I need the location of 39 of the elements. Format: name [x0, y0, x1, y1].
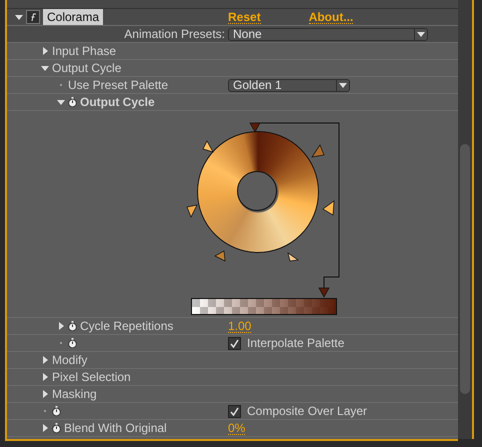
property-label: Blend With Original	[64, 421, 167, 435]
dropdown-arrow-icon	[414, 28, 427, 40]
disclosure-triangle[interactable]	[41, 424, 49, 432]
checkbox-label: Interpolate Palette	[247, 336, 344, 350]
disclosure-triangle[interactable]	[15, 13, 23, 21]
property-label: Use Preset Palette	[68, 78, 168, 92]
scrollbar[interactable]	[458, 0, 472, 439]
group-label: Pixel Selection	[52, 370, 131, 384]
disclosure-triangle[interactable]	[41, 390, 49, 398]
property-label: Output Cycle	[80, 95, 155, 109]
disclosure-triangle[interactable]	[41, 64, 49, 72]
presets-label: Animation Presets:	[124, 27, 225, 41]
group-label: Masking	[52, 387, 97, 401]
stopwatch-icon[interactable]	[68, 321, 77, 331]
stopwatch-icon[interactable]	[68, 97, 77, 107]
stopwatch-icon[interactable]	[68, 338, 77, 348]
disclosure-triangle[interactable]	[57, 322, 65, 330]
disclosure-triangle[interactable]	[57, 98, 65, 106]
effect-link[interactable]: About...	[308, 10, 354, 24]
group-label: Output Cycle	[52, 61, 122, 75]
property-label: Cycle Repetitions	[80, 319, 174, 333]
palette-dropdown[interactable]: Golden 1	[228, 78, 350, 92]
group-label: Modify	[52, 353, 88, 367]
fx-icon[interactable]	[26, 10, 40, 24]
stopwatch-icon[interactable]	[52, 406, 61, 416]
effect-link[interactable]: Reset	[228, 10, 261, 24]
checkbox[interactable]	[228, 404, 241, 418]
value-field[interactable]: 0%	[228, 422, 246, 434]
value-field[interactable]: 1.00	[228, 320, 252, 332]
disclosure-triangle[interactable]	[41, 47, 49, 55]
presets-dropdown[interactable]: None	[228, 28, 428, 40]
effect-name[interactable]: Colorama	[43, 9, 104, 25]
group-label: Input Phase	[52, 44, 116, 58]
stopwatch-icon[interactable]	[52, 423, 61, 433]
checkbox[interactable]	[228, 336, 241, 350]
checkbox-label: Composite Over Layer	[247, 404, 368, 418]
disclosure-triangle[interactable]	[41, 373, 49, 381]
dropdown-arrow-icon	[336, 80, 349, 90]
disclosure-triangle[interactable]	[41, 356, 49, 364]
